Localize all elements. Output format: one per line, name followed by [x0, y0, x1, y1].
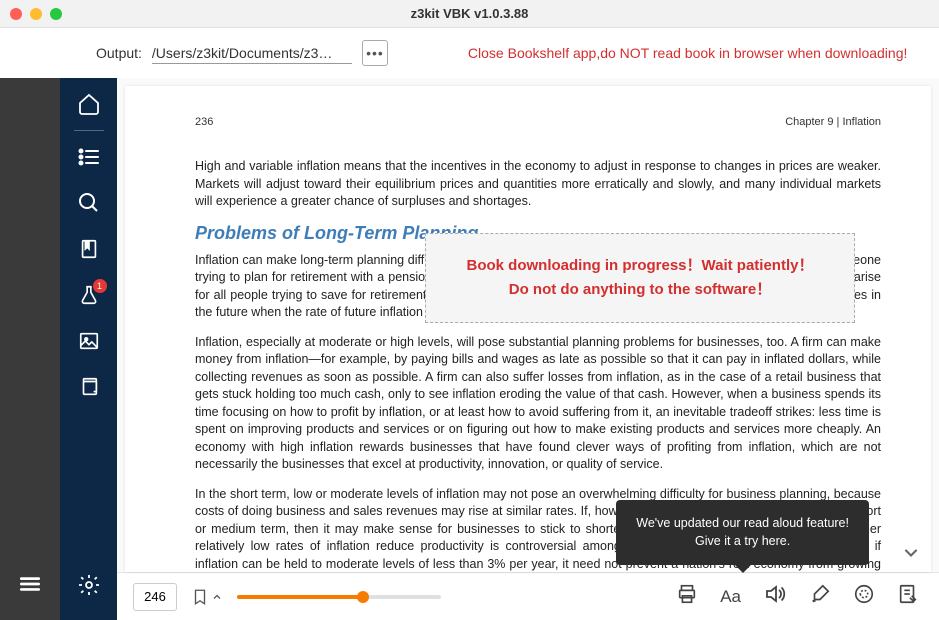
reset-icon[interactable] — [849, 579, 879, 614]
reader-sidebar: 1 — [60, 78, 117, 620]
warning-message: Close Bookshelf app,do NOT read book in … — [468, 45, 907, 61]
image-icon[interactable] — [77, 329, 101, 353]
app-toolbar: Output: ••• Close Bookshelf app,do NOT r… — [0, 28, 939, 78]
close-window-button[interactable] — [10, 8, 22, 20]
download-progress-overlay: Book downloading in progress！Wait patien… — [425, 233, 855, 323]
maximize-window-button[interactable] — [50, 8, 62, 20]
highlight-icon[interactable] — [805, 579, 835, 614]
read-aloud-tooltip: We've updated our read aloud feature! Gi… — [616, 500, 869, 566]
traffic-lights — [10, 8, 62, 20]
paragraph: High and variable inflation means that t… — [195, 158, 881, 211]
cards-icon[interactable] — [77, 375, 101, 399]
overlay-line-1: Book downloading in progress！Wait patien… — [444, 254, 836, 278]
bookmark-panel-icon[interactable] — [77, 237, 101, 261]
progress-slider[interactable] — [237, 595, 441, 599]
home-icon[interactable] — [77, 92, 101, 116]
bottom-bar: Aa — [117, 572, 939, 620]
titlebar: z3kit VBK v1.0.3.88 — [0, 0, 939, 28]
print-icon[interactable] — [672, 579, 702, 614]
labs-icon[interactable]: 1 — [77, 283, 101, 307]
settings-icon[interactable] — [77, 573, 101, 602]
minimize-window-button[interactable] — [30, 8, 42, 20]
main-area: 1 236 Chapter 9 | Inflation High and var… — [0, 78, 939, 620]
toc-icon[interactable] — [77, 145, 101, 169]
labs-badge: 1 — [93, 279, 107, 293]
tooltip-line-2: Give it a try here. — [636, 532, 849, 551]
output-path-field[interactable] — [152, 43, 352, 64]
more-options-button[interactable]: ••• — [362, 40, 388, 66]
overlay-line-2: Do not do anything to the software！ — [444, 278, 836, 302]
content-area: 236 Chapter 9 | Inflation High and varia… — [117, 78, 939, 620]
page-number-input[interactable] — [133, 583, 177, 611]
search-icon[interactable] — [77, 191, 101, 215]
progress-thumb — [357, 591, 369, 603]
chapter-label: Chapter 9 | Inflation — [785, 116, 881, 128]
progress-fill — [237, 595, 363, 599]
collapse-chevron-icon[interactable] — [901, 543, 921, 568]
menu-icon[interactable] — [17, 571, 43, 602]
notes-icon[interactable] — [893, 579, 923, 614]
page-number-header: 236 — [195, 116, 213, 128]
bookmark-button[interactable] — [191, 588, 223, 606]
font-size-button[interactable]: Aa — [716, 583, 745, 611]
output-label: Output: — [96, 45, 142, 61]
chevron-up-icon — [211, 591, 223, 603]
bookmark-icon — [191, 588, 209, 606]
read-aloud-icon[interactable] — [759, 578, 791, 615]
paragraph: Inflation, especially at moderate or hig… — [195, 334, 881, 474]
outer-sidebar — [0, 78, 60, 620]
page-header: 236 Chapter 9 | Inflation — [195, 116, 881, 128]
window-title: z3kit VBK v1.0.3.88 — [411, 6, 529, 21]
tooltip-line-1: We've updated our read aloud feature! — [636, 514, 849, 533]
sidebar-divider — [74, 130, 104, 131]
